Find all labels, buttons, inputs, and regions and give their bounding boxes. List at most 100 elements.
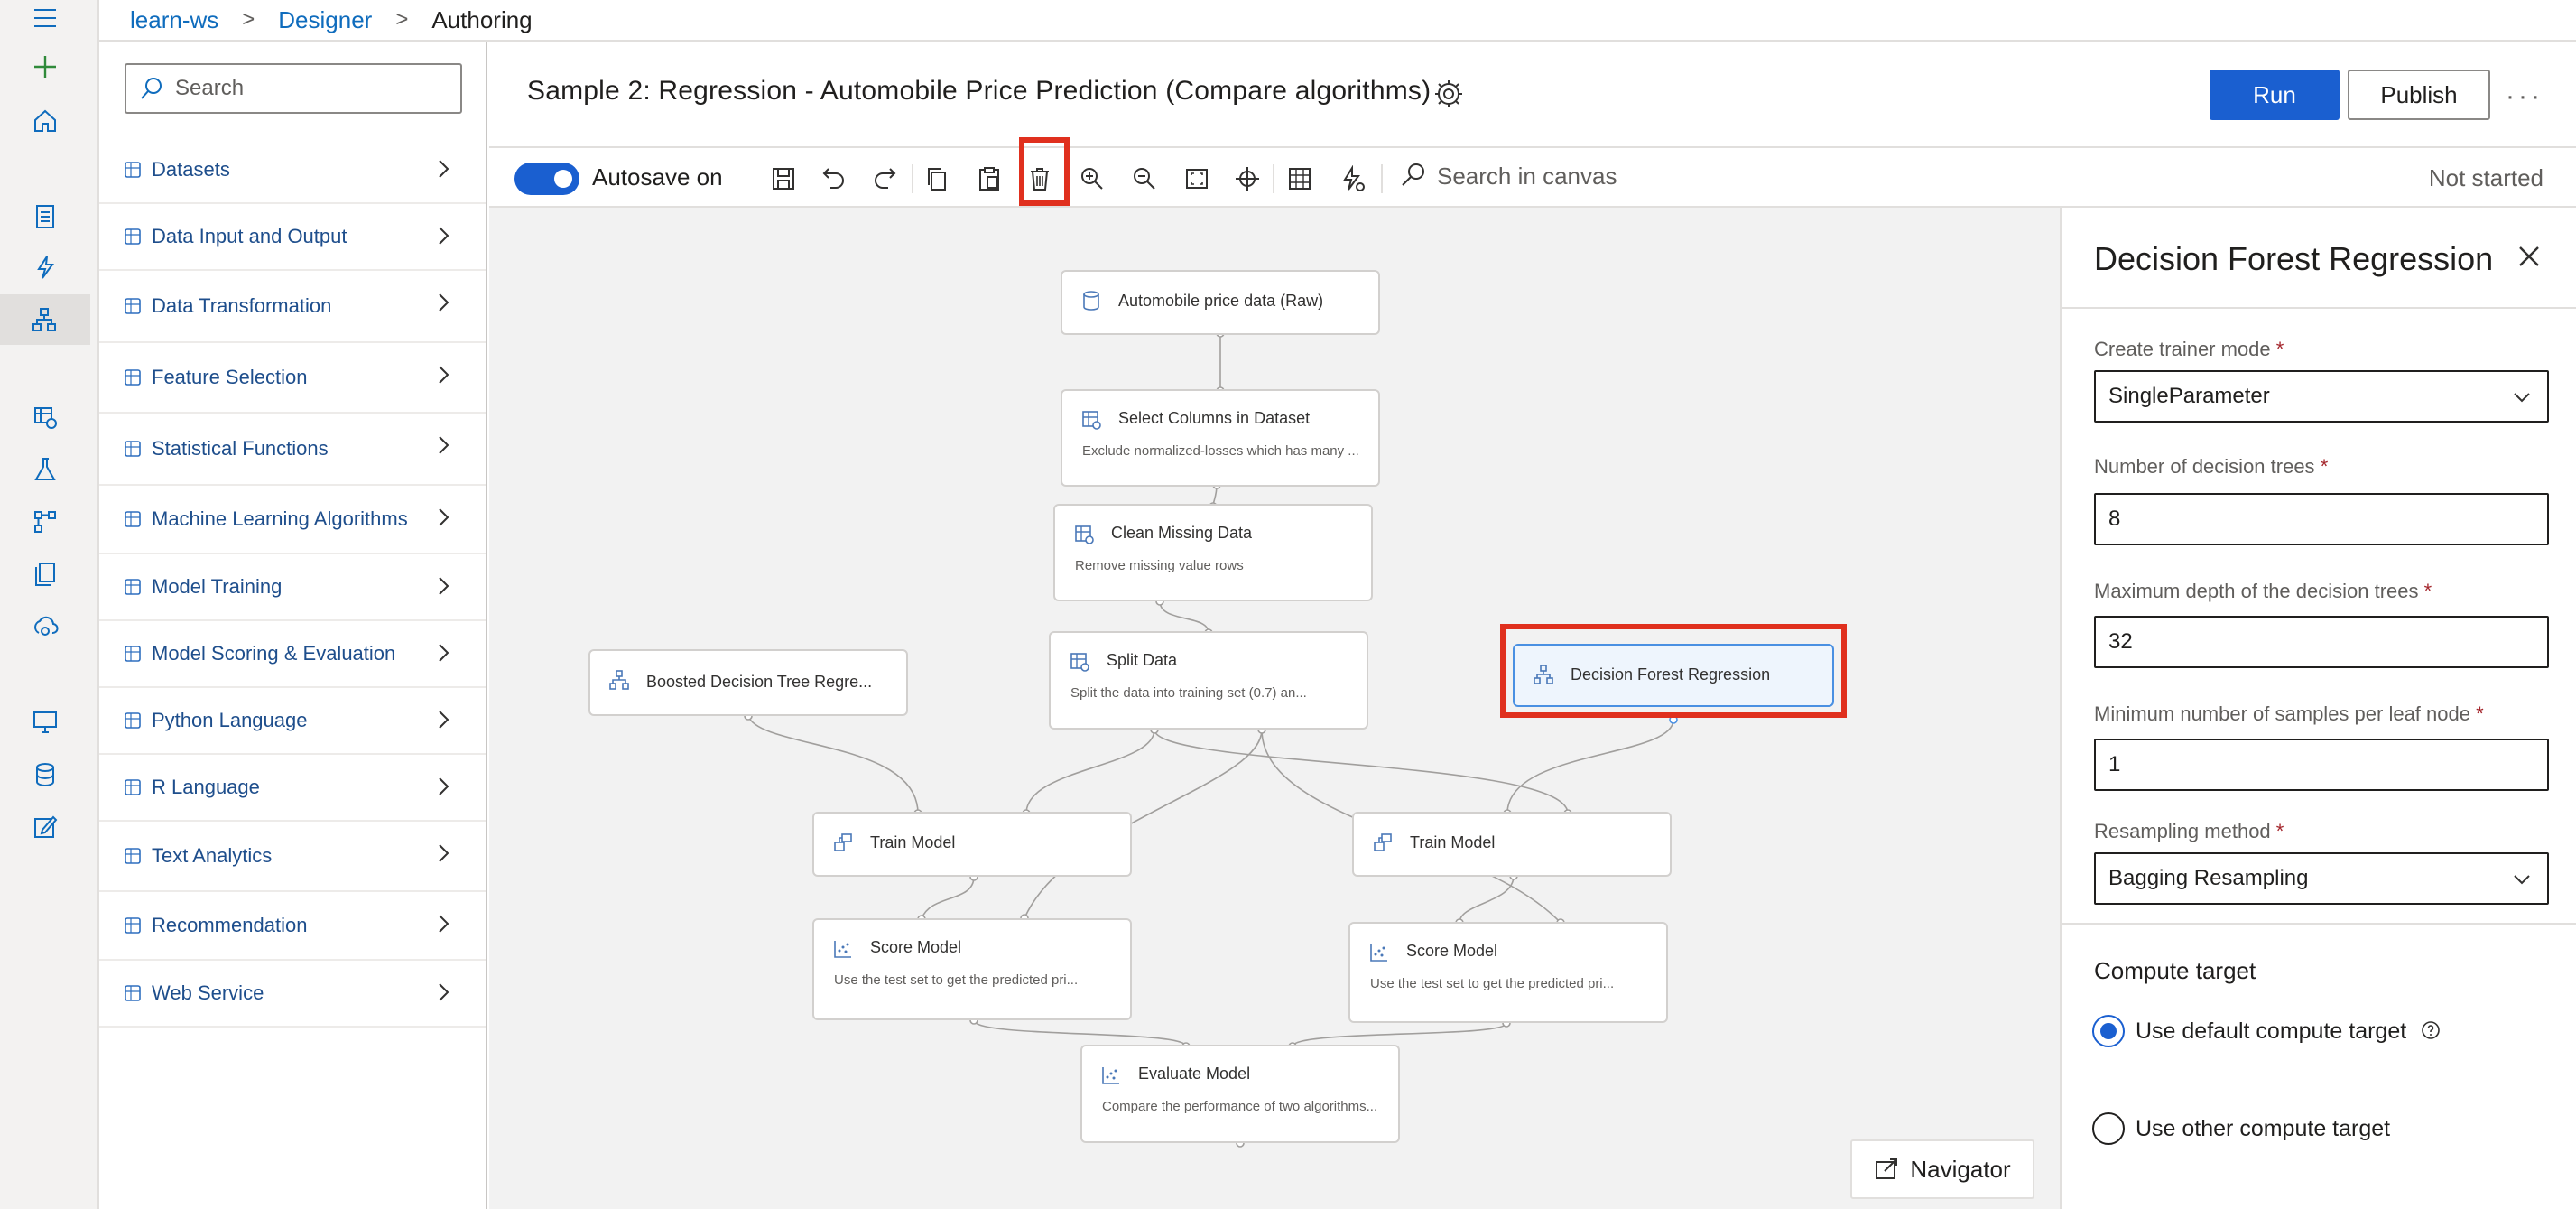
add-icon[interactable] xyxy=(27,49,63,85)
pipeline-canvas[interactable]: Automobile price data (Raw) Select Colum… xyxy=(489,208,2060,1209)
navigator-button[interactable]: Navigator xyxy=(1850,1139,2034,1199)
pan-icon[interactable] xyxy=(1231,163,1264,195)
category-feature-selection[interactable]: Feature Selection xyxy=(99,343,486,414)
navigator-icon xyxy=(1876,1158,1898,1179)
models-icon[interactable] xyxy=(27,556,63,592)
chevron-right-icon xyxy=(431,775,455,798)
category-machine-learning-algorithms[interactable]: Machine Learning Algorithms xyxy=(99,486,486,554)
category-label: Model Scoring & Evaluation xyxy=(152,642,396,665)
category-model-scoring-evaluation[interactable]: Model Scoring & Evaluation xyxy=(99,621,486,688)
grid-icon[interactable] xyxy=(1283,163,1316,195)
auto-layout-icon[interactable] xyxy=(1336,163,1368,195)
breadcrumb-current: Authoring xyxy=(431,5,533,33)
palette-search-box[interactable] xyxy=(125,63,462,114)
search-icon xyxy=(141,78,162,99)
more-options-icon[interactable]: ··· xyxy=(2506,81,2544,112)
category-statistical-functions[interactable]: Statistical Functions xyxy=(99,414,486,486)
r-language-icon xyxy=(123,777,144,798)
clean-data-icon xyxy=(1075,525,1094,544)
text-analytics-icon xyxy=(123,845,144,867)
min-samples-input[interactable] xyxy=(2094,739,2549,791)
category-model-training[interactable]: Model Training xyxy=(99,554,486,621)
category-data-input-and-output[interactable]: Data Input and Output xyxy=(99,204,486,271)
category-r-language[interactable]: R Language xyxy=(99,755,486,822)
close-icon[interactable] xyxy=(2515,242,2544,271)
publish-button[interactable]: Publish xyxy=(2348,70,2490,120)
max-depth-input[interactable] xyxy=(2094,616,2549,668)
toolbar-divider xyxy=(1273,164,1274,193)
endpoints-icon[interactable] xyxy=(27,609,63,645)
module-node-select-columns[interactable]: Select Columns in Dataset Exclude normal… xyxy=(1061,389,1380,487)
automated-ml-icon[interactable] xyxy=(27,249,63,285)
zoom-out-icon[interactable] xyxy=(1128,163,1161,195)
copy-icon[interactable] xyxy=(921,163,953,195)
notebooks-icon[interactable] xyxy=(27,199,63,235)
datasets-icon[interactable] xyxy=(27,399,63,435)
palette-search-input[interactable] xyxy=(175,76,446,101)
designer-icon[interactable] xyxy=(0,294,90,345)
category-recommendation[interactable]: Recommendation xyxy=(99,892,486,961)
max-depth-label: Maximum depth of the decision trees * xyxy=(2094,580,2432,602)
module-node-train-model-left[interactable]: Train Model xyxy=(812,812,1132,877)
pipeline-title: Sample 2: Regression - Automobile Price … xyxy=(527,76,1432,106)
pipelines-icon[interactable] xyxy=(27,504,63,540)
category-text-analytics[interactable]: Text Analytics xyxy=(99,822,486,892)
module-node-boosted-decision-tree[interactable]: Boosted Decision Tree Regre... xyxy=(588,649,908,716)
other-compute-radio[interactable] xyxy=(2092,1112,2125,1145)
num-trees-input[interactable] xyxy=(2094,493,2549,545)
node-title: Train Model xyxy=(870,833,956,851)
data-transform-icon xyxy=(123,295,144,317)
undo-icon[interactable] xyxy=(818,163,850,195)
canvas-search-input[interactable] xyxy=(1437,163,1708,191)
module-node-clean-missing-data[interactable]: Clean Missing Data Remove missing value … xyxy=(1053,504,1373,601)
run-status-text: Not started xyxy=(2428,164,2544,191)
datastores-icon[interactable] xyxy=(27,757,63,793)
evaluate-model-icon xyxy=(1102,1067,1119,1084)
category-label: Python Language xyxy=(152,709,308,731)
module-node-automobile-data[interactable]: Automobile price data (Raw) xyxy=(1061,270,1380,335)
paste-icon[interactable] xyxy=(973,163,1005,195)
category-label: Data Transformation xyxy=(152,294,332,317)
run-button[interactable]: Run xyxy=(2210,70,2340,120)
default-compute-radio[interactable] xyxy=(2092,1015,2125,1047)
chevron-right-icon xyxy=(431,363,455,386)
canvas-search-icon xyxy=(1402,163,1424,186)
breadcrumb: learn-ws > Designer > Authoring xyxy=(99,0,2576,42)
breadcrumb-workspace[interactable]: learn-ws xyxy=(130,6,218,34)
hamburger-menu-icon[interactable] xyxy=(27,0,63,36)
scoring-icon xyxy=(123,643,144,665)
trainer-mode-select[interactable]: SingleParameter xyxy=(2094,370,2549,423)
category-label: Data Input and Output xyxy=(152,225,347,247)
save-icon[interactable] xyxy=(767,163,800,195)
module-node-score-model-right[interactable]: Score Model Use the test set to get the … xyxy=(1348,922,1668,1023)
module-node-score-model-left[interactable]: Score Model Use the test set to get the … xyxy=(812,918,1132,1020)
compute-icon[interactable] xyxy=(27,704,63,740)
dataset-icon xyxy=(1083,291,1099,311)
category-data-transformation[interactable]: Data Transformation xyxy=(99,271,486,343)
module-node-split-data[interactable]: Split Data Split the data into training … xyxy=(1049,631,1368,730)
experiments-icon[interactable] xyxy=(27,451,63,488)
lightbulb-icon xyxy=(123,915,144,936)
zoom-in-icon[interactable] xyxy=(1076,163,1108,195)
chevron-right-icon xyxy=(431,708,455,731)
category-python-language[interactable]: Python Language xyxy=(99,688,486,755)
chevron-down-icon xyxy=(2514,393,2530,403)
data-labeling-icon[interactable] xyxy=(27,809,63,845)
node-description: Compare the performance of two algorithm… xyxy=(1102,1099,1378,1114)
help-icon[interactable] xyxy=(2421,1020,2441,1040)
breadcrumb-designer[interactable]: Designer xyxy=(278,6,372,34)
node-description: Use the test set to get the predicted pr… xyxy=(1370,976,1615,991)
resampling-select[interactable]: Bagging Resampling xyxy=(2094,852,2549,905)
settings-gear-icon[interactable] xyxy=(1432,78,1465,110)
module-node-evaluate-model[interactable]: Evaluate Model Compare the performance o… xyxy=(1080,1045,1400,1143)
category-datasets[interactable]: Datasets xyxy=(99,137,486,204)
fit-to-screen-icon[interactable] xyxy=(1181,163,1213,195)
category-web-service[interactable]: Web Service xyxy=(99,961,486,1028)
module-node-train-model-right[interactable]: Train Model xyxy=(1352,812,1672,877)
redo-icon[interactable] xyxy=(868,163,901,195)
node-title: Clean Missing Data xyxy=(1111,524,1253,542)
home-icon[interactable] xyxy=(27,103,63,139)
autosave-toggle[interactable] xyxy=(514,163,579,195)
chevron-right-icon xyxy=(431,912,455,935)
category-label: Web Service xyxy=(152,981,264,1004)
